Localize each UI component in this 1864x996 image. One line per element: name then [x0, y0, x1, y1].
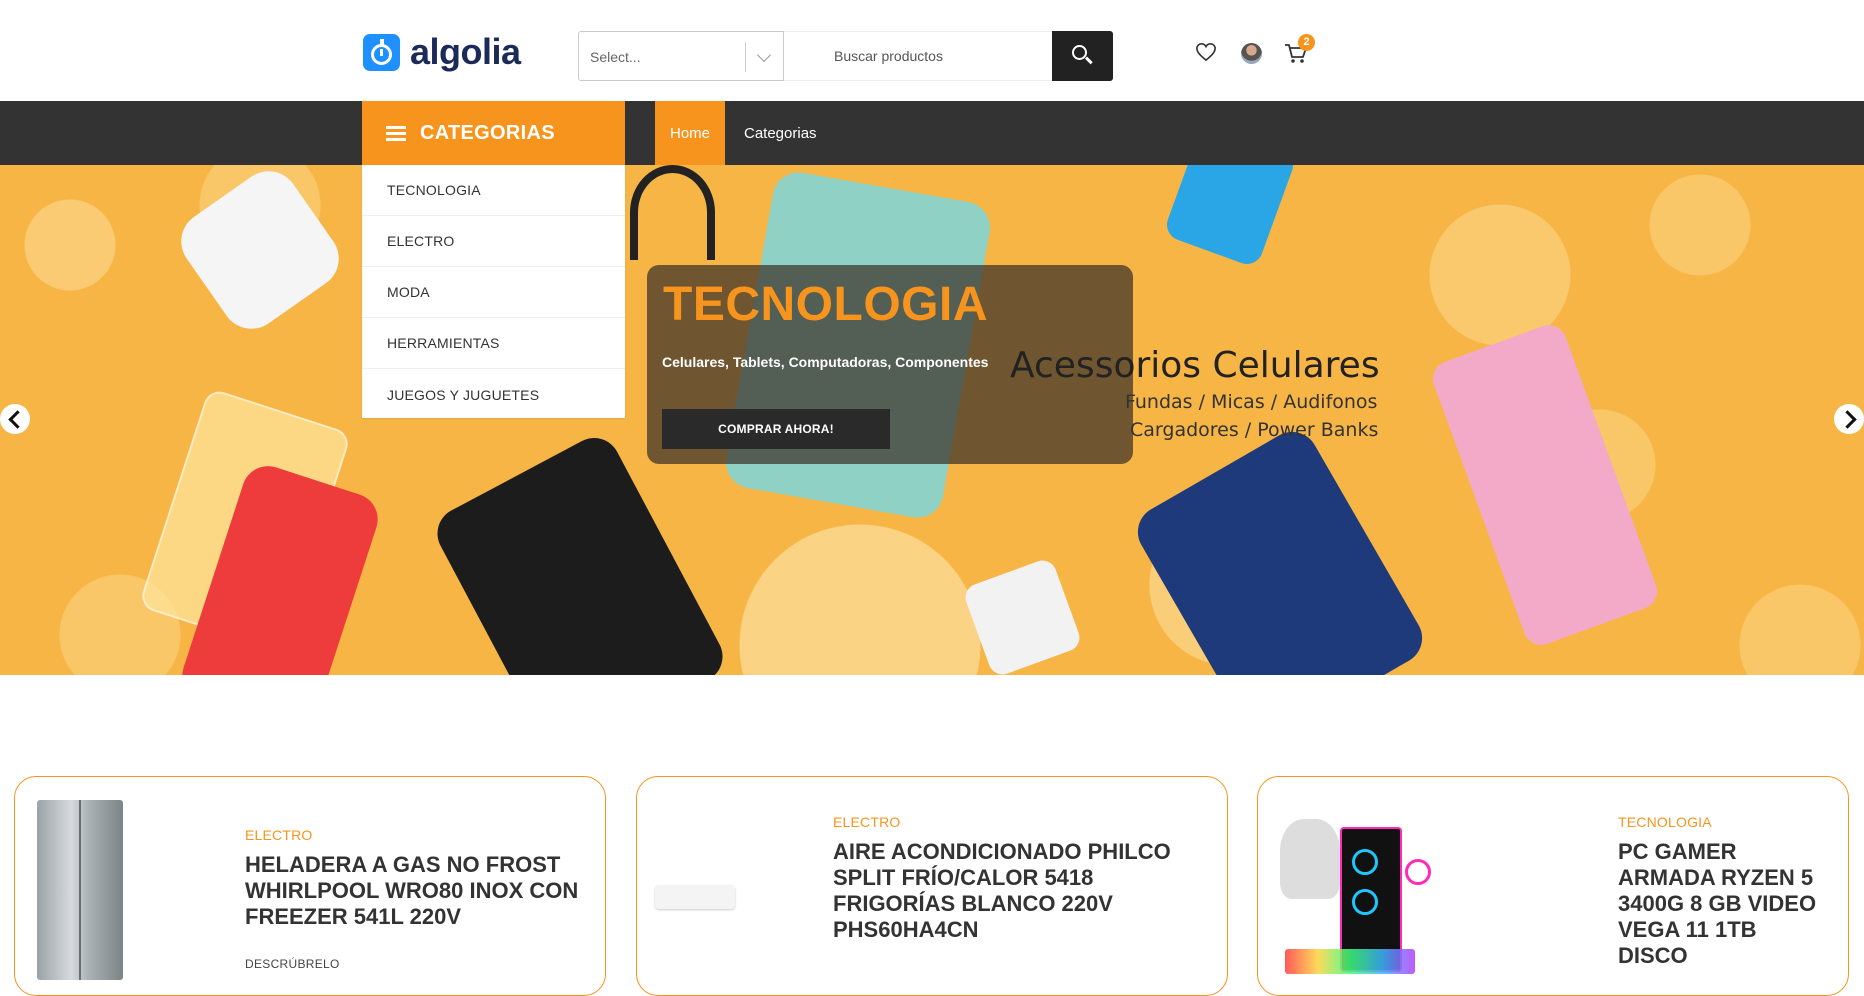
- search-button[interactable]: [1052, 31, 1113, 81]
- categories-button[interactable]: CATEGORIAS: [362, 101, 625, 165]
- banner-art-line2: Cargadores / Power Banks: [1130, 419, 1379, 441]
- cart-count-badge: 2: [1298, 34, 1315, 51]
- algolia-logo-icon: [363, 33, 400, 71]
- arrow-right-icon[interactable]: [1834, 404, 1864, 434]
- category-item-herramientas[interactable]: HERRAMIENTAS: [362, 318, 625, 369]
- product-card[interactable]: ELECTRO HELADERA A GAS NO FROST WHIRLPOO…: [14, 776, 606, 996]
- category-item-moda[interactable]: MODA: [362, 267, 625, 318]
- arrow-left-icon[interactable]: [0, 404, 30, 434]
- categories-label: CATEGORIAS: [420, 121, 555, 144]
- category-item-juegos[interactable]: JUEGOS Y JUGUETES: [362, 369, 625, 420]
- search-input[interactable]: [784, 31, 1052, 81]
- category-select-value: Select...: [590, 49, 641, 65]
- pink-power-bank-image: [1427, 320, 1663, 650]
- product-category: ELECTRO: [245, 827, 313, 843]
- hero-subtitle: Celulares, Tablets, Computadoras, Compon…: [662, 354, 989, 370]
- logo[interactable]: algolia: [363, 31, 521, 73]
- navy-phone-case-image: [1128, 422, 1432, 675]
- product-title[interactable]: PC GAMER ARMADA RYZEN 5 3400G 8 GB VIDEO…: [1618, 839, 1828, 969]
- black-phone-case-image: [428, 428, 732, 675]
- product-title[interactable]: AIRE ACONDICIONADO PHILCO SPLIT FRÍO/CAL…: [833, 839, 1203, 943]
- product-card[interactable]: ELECTRO AIRE ACONDICIONADO PHILCO SPLIT …: [636, 776, 1228, 996]
- product-image: [1280, 819, 1431, 979]
- blue-power-bank-image: [1162, 165, 1298, 269]
- buy-now-button[interactable]: COMPRAR AHORA!: [662, 409, 890, 449]
- discover-link[interactable]: DESCRÚBRELO: [245, 957, 340, 971]
- avatar[interactable]: [1241, 43, 1262, 64]
- category-select[interactable]: Select...: [578, 31, 784, 81]
- heart-icon[interactable]: [1195, 42, 1217, 62]
- product-category: ELECTRO: [833, 814, 901, 830]
- categories-dropdown: TECNOLOGIA ELECTRO MODA HERRAMIENTAS JUE…: [362, 165, 625, 418]
- product-image: [37, 800, 123, 980]
- product-category: TECNOLOGIA: [1618, 814, 1712, 830]
- nav-home-link[interactable]: Home: [655, 101, 725, 165]
- product-title[interactable]: HELADERA A GAS NO FROST WHIRLPOOL WRO80 …: [245, 852, 585, 930]
- hero-title: TECNOLOGIA: [663, 278, 988, 331]
- headphones-image: [630, 165, 715, 260]
- logo-text: algolia: [410, 31, 521, 72]
- banner-art-title: Acessorios Celulares: [1010, 345, 1380, 386]
- select-divider: [745, 42, 746, 72]
- product-image: [655, 885, 735, 909]
- main-nav: [0, 101, 1864, 165]
- category-item-electro[interactable]: ELECTRO: [362, 216, 625, 267]
- car-charger-image: [169, 165, 351, 341]
- category-item-tecnologia[interactable]: TECNOLOGIA: [362, 165, 625, 216]
- search-bar: Select...: [578, 31, 1113, 81]
- wall-adapter-image: [961, 556, 1084, 675]
- chevron-down-icon[interactable]: [756, 47, 772, 63]
- site-header: algolia Select... 2: [0, 0, 1864, 101]
- product-card[interactable]: TECNOLOGIA PC GAMER ARMADA RYZEN 5 3400G…: [1257, 776, 1849, 996]
- banner-art-line1: Fundas / Micas / Audifonos: [1125, 391, 1378, 413]
- nav-categorias-link[interactable]: Categorias: [744, 101, 817, 165]
- menu-icon: [386, 125, 406, 141]
